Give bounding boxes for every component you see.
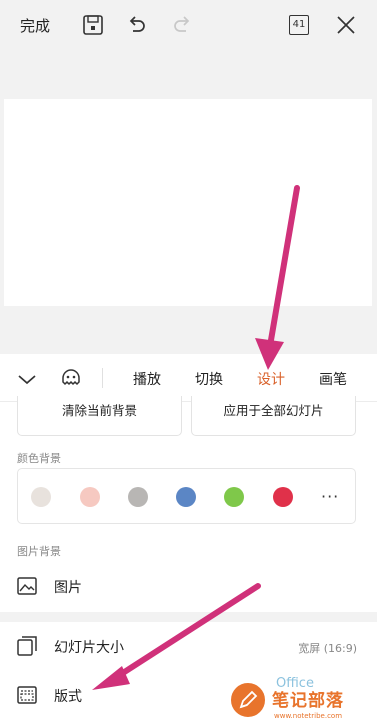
clear-background-button[interactable]: 清除当前背景 bbox=[17, 396, 182, 436]
tab-transition[interactable]: 切换 bbox=[195, 369, 223, 389]
slide-canvas[interactable] bbox=[4, 99, 372, 306]
swatch-beige[interactable] bbox=[31, 487, 51, 507]
done-button[interactable]: 完成 bbox=[20, 15, 50, 36]
swatch-gray[interactable] bbox=[128, 487, 148, 507]
undo-icon[interactable] bbox=[124, 12, 150, 38]
emoji-icon[interactable] bbox=[60, 367, 82, 389]
top-toolbar: 完成 41 bbox=[0, 0, 377, 52]
page-count-icon[interactable]: 41 bbox=[289, 15, 309, 35]
layout-label: 版式 bbox=[54, 689, 82, 705]
tab-pen[interactable]: 画笔 bbox=[319, 369, 347, 389]
slide-size-value: 宽屏 (16:9) bbox=[298, 642, 357, 655]
picture-label: 图片 bbox=[54, 580, 82, 596]
slide-size-icon bbox=[17, 636, 37, 656]
swatch-blue[interactable] bbox=[176, 487, 196, 507]
watermark-url: www.notetribe.com bbox=[274, 712, 343, 720]
tab-design[interactable]: 设计 bbox=[257, 369, 285, 389]
design-sheet: 播放 切换 设计 画笔 清除当前背景 应用于全部幻灯片 颜色背景 ··· 图片背… bbox=[0, 354, 377, 728]
save-icon[interactable] bbox=[80, 12, 106, 38]
layout-icon bbox=[17, 685, 37, 705]
close-icon[interactable] bbox=[333, 12, 359, 38]
tab-play[interactable]: 播放 bbox=[133, 369, 161, 389]
swatch-pink[interactable] bbox=[80, 487, 100, 507]
more-colors-button[interactable]: ··· bbox=[321, 487, 339, 507]
slide-size-label: 幻灯片大小 bbox=[54, 640, 124, 656]
color-swatch-panel: ··· bbox=[17, 468, 356, 524]
section-divider bbox=[0, 612, 377, 622]
swatch-green[interactable] bbox=[224, 487, 244, 507]
tab-divider bbox=[102, 368, 103, 388]
pencil-logo-icon bbox=[228, 680, 268, 720]
image-background-label: 图片背景 bbox=[17, 545, 61, 558]
watermark: Office 笔记部落 www.notetribe.com bbox=[214, 676, 377, 728]
collapse-chevron-icon[interactable] bbox=[16, 368, 38, 390]
picture-icon bbox=[17, 576, 37, 596]
redo-icon[interactable] bbox=[169, 12, 195, 38]
apply-all-slides-button[interactable]: 应用于全部幻灯片 bbox=[191, 396, 356, 436]
swatch-red[interactable] bbox=[273, 487, 293, 507]
color-background-label: 颜色背景 bbox=[17, 452, 61, 465]
watermark-title: 笔记部落 bbox=[272, 691, 344, 711]
tab-bar: 播放 切换 设计 画笔 bbox=[0, 354, 377, 402]
